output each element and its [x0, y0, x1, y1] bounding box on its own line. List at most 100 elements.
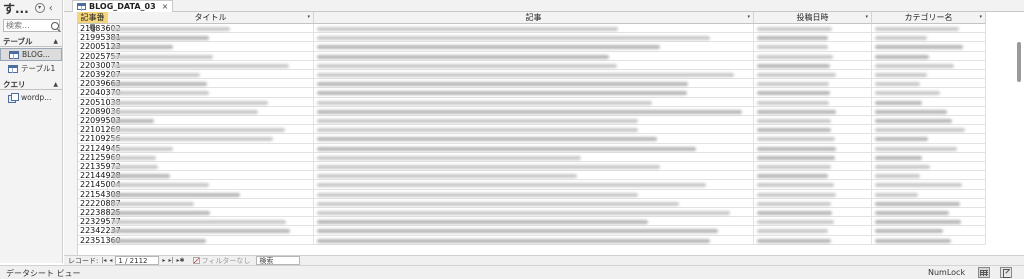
cell-article-number[interactable]: 22030071: [78, 60, 121, 70]
cell-title[interactable]: [108, 70, 314, 80]
cell-category[interactable]: [872, 60, 986, 70]
cell-article-number[interactable]: 22145004: [78, 180, 121, 190]
sort-filter-dropdown-icon[interactable]: ▾: [979, 12, 982, 23]
cell-article-number[interactable]: 22025757: [78, 51, 121, 61]
cell-title[interactable]: [108, 226, 314, 236]
cell-article-number[interactable]: 22039207: [78, 70, 121, 80]
cell-body[interactable]: [314, 134, 754, 144]
column-header[interactable]: カテゴリー名 ▾: [872, 12, 986, 24]
cell-title[interactable]: [108, 88, 314, 98]
cell-body[interactable]: [314, 171, 754, 181]
nav-item-blog-data[interactable]: BLOG...: [0, 48, 62, 61]
cell-title[interactable]: [108, 125, 314, 135]
cell-article-number[interactable]: 22005123: [78, 42, 121, 52]
cell-posted-at[interactable]: [754, 51, 872, 61]
cell-category[interactable]: [872, 125, 986, 135]
nav-menu-icon[interactable]: ▾: [34, 3, 45, 13]
column-header[interactable]: 記事番号 ▾: [78, 12, 108, 33]
cell-body[interactable]: [314, 24, 754, 34]
cell-body[interactable]: [314, 60, 754, 70]
cell-title[interactable]: [108, 116, 314, 126]
cell-body[interactable]: [314, 106, 754, 116]
cell-title[interactable]: [108, 42, 314, 52]
cell-title[interactable]: [108, 162, 314, 172]
cell-body[interactable]: [314, 162, 754, 172]
cell-posted-at[interactable]: [754, 79, 872, 89]
cell-category[interactable]: [872, 226, 986, 236]
chevron-up-icon[interactable]: ▲: [53, 38, 58, 45]
column-header[interactable]: 投稿日時 ▾: [754, 12, 872, 24]
cell-category[interactable]: [872, 152, 986, 162]
cell-category[interactable]: [872, 198, 986, 208]
cell-body[interactable]: [314, 152, 754, 162]
cell-category[interactable]: [872, 235, 986, 245]
cell-posted-at[interactable]: [754, 106, 872, 116]
cell-body[interactable]: [314, 235, 754, 245]
datasheet-view-icon[interactable]: [978, 267, 990, 278]
nav-search-box[interactable]: [3, 19, 60, 32]
sort-filter-dropdown-icon[interactable]: ▾: [747, 12, 750, 23]
cell-title[interactable]: [108, 198, 314, 208]
last-record-button[interactable]: ▸|: [168, 257, 173, 264]
cell-body[interactable]: [314, 70, 754, 80]
cell-title[interactable]: [108, 106, 314, 116]
close-icon[interactable]: ×: [162, 2, 169, 11]
cell-article-number[interactable]: 22144928: [78, 171, 121, 181]
cell-category[interactable]: [872, 116, 986, 126]
chevron-up-icon[interactable]: ▲: [53, 81, 58, 88]
cell-body[interactable]: [314, 208, 754, 218]
cell-title[interactable]: [108, 189, 314, 199]
sort-filter-dropdown-icon[interactable]: ▾: [865, 12, 868, 23]
cell-category[interactable]: [872, 134, 986, 144]
cell-posted-at[interactable]: [754, 171, 872, 181]
cell-body[interactable]: [314, 42, 754, 52]
next-record-button[interactable]: ▸: [162, 257, 165, 264]
table-row[interactable]: 22351360: [78, 235, 1024, 247]
cell-title[interactable]: [108, 51, 314, 61]
cell-article-number[interactable]: 22342237: [78, 226, 121, 236]
cell-article-number[interactable]: 22329577: [78, 217, 121, 227]
cell-title[interactable]: [108, 171, 314, 181]
nav-title[interactable]: す...: [3, 0, 29, 17]
cell-article-number[interactable]: 22125969: [78, 152, 121, 162]
cell-article-number[interactable]: 22089036: [78, 106, 121, 116]
cell-body[interactable]: [314, 125, 754, 135]
cell-category[interactable]: [872, 33, 986, 43]
cell-article-number[interactable]: 22220887: [78, 198, 121, 208]
cell-body[interactable]: [314, 88, 754, 98]
cell-category[interactable]: [872, 79, 986, 89]
cell-category[interactable]: [872, 180, 986, 190]
tab-blog-data-03[interactable]: BLOG_DATA_03 ×: [72, 0, 174, 12]
nav-group-queries[interactable]: クエリ ▲: [0, 79, 62, 90]
cell-title[interactable]: [108, 180, 314, 190]
design-view-icon[interactable]: [1000, 267, 1012, 278]
cell-title[interactable]: [108, 33, 314, 43]
sort-filter-dropdown-icon[interactable]: ▾: [307, 12, 310, 23]
cell-category[interactable]: [872, 97, 986, 107]
cell-posted-at[interactable]: [754, 125, 872, 135]
cell-category[interactable]: [872, 106, 986, 116]
cell-title[interactable]: [108, 97, 314, 107]
cell-article-number[interactable]: 22039663: [78, 79, 121, 89]
cell-category[interactable]: [872, 208, 986, 218]
cell-title[interactable]: [108, 208, 314, 218]
cell-category[interactable]: [872, 217, 986, 227]
cell-body[interactable]: [314, 116, 754, 126]
vertical-scrollbar[interactable]: [1016, 24, 1022, 254]
cell-posted-at[interactable]: [754, 180, 872, 190]
cell-category[interactable]: [872, 189, 986, 199]
cell-body[interactable]: [314, 189, 754, 199]
filter-indicator[interactable]: フィルターなし: [192, 256, 250, 266]
cell-posted-at[interactable]: [754, 226, 872, 236]
cell-category[interactable]: [872, 42, 986, 52]
cell-title[interactable]: [108, 152, 314, 162]
cell-title[interactable]: [108, 79, 314, 89]
cell-article-number[interactable]: 22099503: [78, 116, 121, 126]
cell-body[interactable]: [314, 79, 754, 89]
cell-posted-at[interactable]: [754, 33, 872, 43]
cell-posted-at[interactable]: [754, 116, 872, 126]
cell-posted-at[interactable]: [754, 60, 872, 70]
cell-posted-at[interactable]: [754, 235, 872, 245]
cell-article-number[interactable]: 22351360: [78, 235, 121, 245]
cell-body[interactable]: [314, 180, 754, 190]
